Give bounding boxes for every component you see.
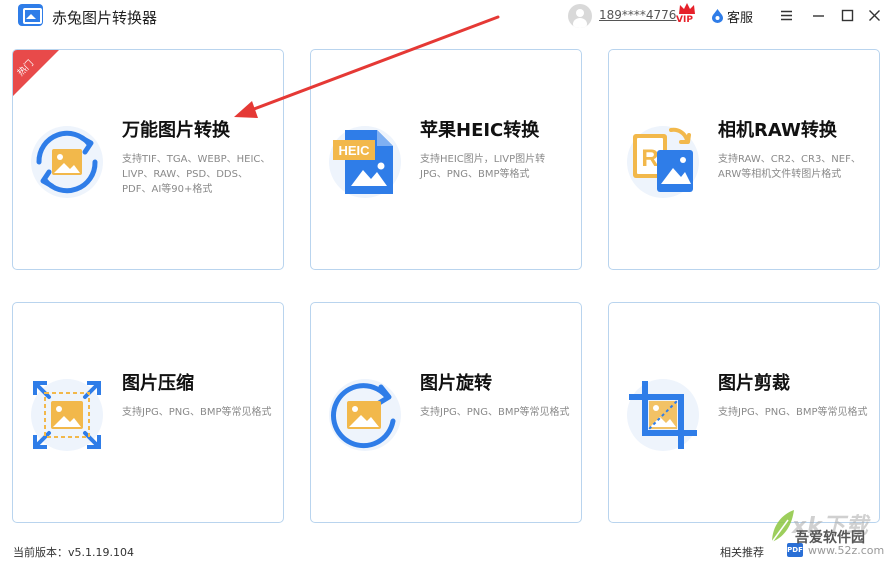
compress-icon: [31, 379, 103, 451]
watermark-name: 吾爱软件园: [795, 530, 865, 546]
close-icon: [868, 9, 880, 21]
card-compress[interactable]: 图片压缩 支持JPG、PNG、BMP等常见格式: [12, 302, 284, 523]
version-label: 当前版本：v5.1.19.104: [13, 546, 134, 559]
universal-convert-icon: [31, 126, 103, 198]
menu-icon: [780, 10, 792, 20]
card-description: 支持TIF、TGA、WEBP、HEIC、LIVP、RAW、PSD、DDS、PDF…: [122, 154, 271, 195]
title-bar: 赤兔图片转换器 189****4776 VIP 客服: [0, 0, 888, 32]
related-recommend-link[interactable]: 相关推荐: [720, 544, 764, 560]
customer-service-button[interactable]: 客服: [711, 6, 753, 26]
heic-file-icon: HEIC: [329, 126, 401, 198]
close-button[interactable]: [865, 6, 883, 24]
card-description: 支持HEIC图片，LIVP图片转JPG、PNG、BMP等格式: [420, 154, 546, 180]
crown-icon: [679, 3, 695, 14]
card-title: 图片旋转: [420, 373, 492, 394]
card-description: 支持JPG、PNG、BMP等常见格式: [122, 407, 272, 418]
maximize-button[interactable]: [838, 6, 856, 24]
user-phone-link[interactable]: 189****4776: [599, 8, 676, 22]
heic-icon-text: HEIC: [338, 143, 370, 158]
card-rotate[interactable]: 图片旋转 支持JPG、PNG、BMP等常见格式: [310, 302, 582, 523]
vip-label: VIP: [676, 15, 693, 25]
card-title: 相机RAW转换: [718, 120, 837, 141]
app-title: 赤兔图片转换器: [52, 9, 158, 27]
raw-file-icon: R: [627, 126, 699, 198]
card-universal-convert[interactable]: 热门 万能图片转换 支持TIF、TGA、WEBP、HEIC、LIVP、RAW、P…: [12, 49, 284, 270]
card-title: 图片压缩: [122, 373, 194, 394]
app-logo-icon: [18, 4, 43, 26]
card-raw-convert[interactable]: R 相机RAW转换 支持RAW、CR2、CR3、NEF、ARW等相机文件转图片格…: [608, 49, 880, 270]
service-label: 客服: [727, 10, 754, 26]
vip-badge[interactable]: VIP: [676, 2, 698, 28]
card-title: 万能图片转换: [122, 120, 230, 141]
card-crop[interactable]: 图片剪裁 支持JPG、PNG、BMP等常见格式: [608, 302, 880, 523]
menu-button[interactable]: [777, 6, 795, 24]
minimize-button[interactable]: [809, 6, 827, 24]
card-description: 支持JPG、PNG、BMP等常见格式: [718, 407, 868, 418]
card-title: 图片剪裁: [718, 373, 790, 394]
rotate-icon: [329, 379, 401, 451]
user-avatar[interactable]: [568, 4, 592, 28]
card-description: 支持RAW、CR2、CR3、NEF、ARW等相机文件转图片格式: [718, 154, 861, 180]
minimize-icon: [812, 14, 824, 17]
crop-icon: [627, 379, 699, 451]
raw-icon-text: R: [641, 145, 658, 172]
card-description: 支持JPG、PNG、BMP等常见格式: [420, 407, 570, 418]
status-bar: 当前版本：v5.1.19.104 相关推荐 PDF www.52z.com: [0, 540, 888, 561]
service-drop-icon: [712, 9, 723, 23]
card-title: 苹果HEIC转换: [420, 120, 540, 141]
maximize-icon: [841, 9, 853, 21]
card-heic-convert[interactable]: HEIC 苹果HEIC转换 支持HEIC图片，LIVP图片转JPG、PNG、BM…: [310, 49, 582, 270]
